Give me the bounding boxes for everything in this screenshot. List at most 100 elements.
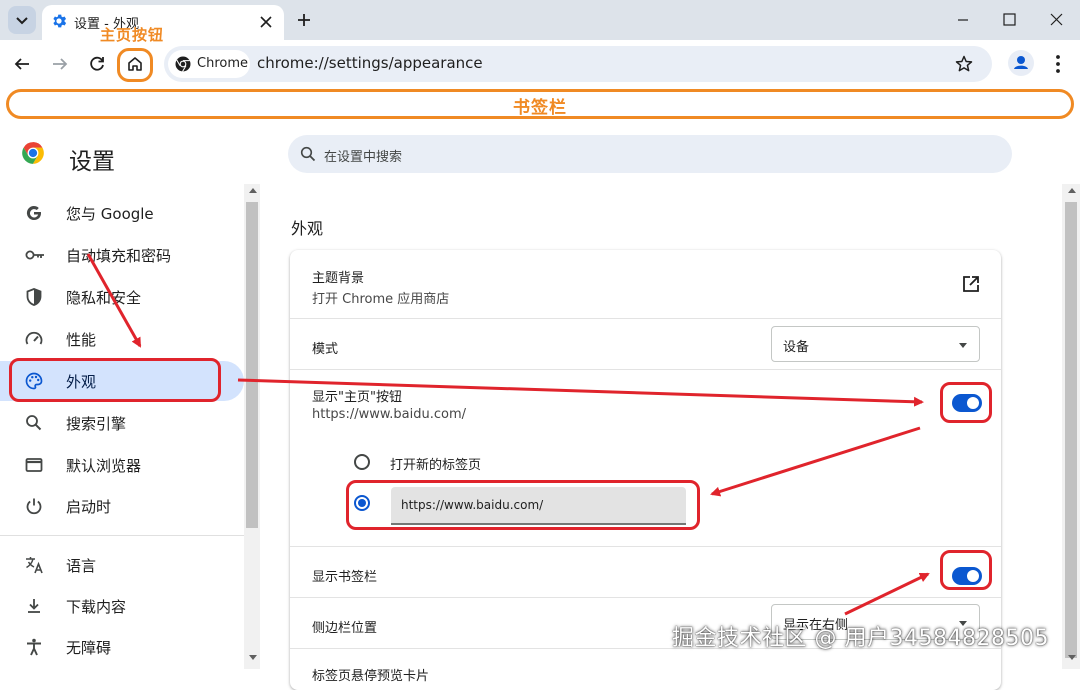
site-chip-label: Chrome — [197, 56, 248, 71]
search-placeholder: 在设置中搜索 — [324, 150, 403, 165]
arrow-right-icon — [53, 58, 68, 70]
maximize-icon — [1003, 13, 1016, 26]
address-bar[interactable]: Chrome chrome://settings/appearance — [164, 46, 992, 82]
reload-button[interactable] — [83, 50, 111, 78]
sidebar-scrollbar-thumb[interactable] — [246, 202, 258, 528]
new-tab-button[interactable] — [290, 6, 318, 34]
tab-search-button[interactable] — [8, 6, 36, 34]
download-icon — [28, 599, 40, 613]
sidebar-item-downloads[interactable]: 下载内容 — [0, 586, 244, 626]
minimize-icon — [958, 19, 968, 21]
appearance-annotation-box — [9, 358, 221, 402]
maximize-button[interactable] — [986, 4, 1032, 36]
section-title: 外观 — [291, 219, 324, 238]
sidebar-item-languages[interactable]: 语言 — [0, 545, 244, 585]
close-icon — [1050, 13, 1063, 26]
bookmarks-bar: 书签栏 — [0, 88, 1080, 122]
bookmarks-toggle-annotation-box — [940, 550, 992, 590]
close-tab-icon[interactable] — [258, 14, 274, 30]
translate-icon — [26, 557, 43, 574]
speedometer-icon — [25, 331, 43, 345]
plus-icon — [298, 14, 310, 26]
mode-select-value: 设备 — [783, 340, 810, 355]
home-button-annotation-label: 主页按钮 — [100, 26, 165, 44]
theme-row[interactable]: 主题背景 打开 Chrome 应用商店 — [290, 250, 1001, 318]
hover-card-title: 标签页悬停预览卡片 — [312, 669, 430, 684]
radio-new-tab-label: 打开新的标签页 — [390, 458, 482, 473]
power-icon — [26, 498, 42, 515]
settings-title: 设置 — [69, 149, 115, 175]
scroll-down-arrow-icon[interactable] — [1067, 654, 1077, 662]
home-button-row: 显示"主页"按钮 https://www.baidu.com/ — [290, 370, 1001, 430]
minimize-button[interactable] — [940, 4, 986, 36]
sidebar-item-label: 性能 — [66, 331, 97, 349]
open-external-icon[interactable] — [961, 274, 981, 294]
accessibility-icon — [27, 638, 41, 656]
sidebar-item-default-browser[interactable]: 默认浏览器 — [0, 445, 244, 485]
home-toggle-annotation-box — [940, 382, 992, 423]
chrome-logo-icon — [22, 142, 44, 164]
scroll-up-arrow-icon[interactable] — [1067, 186, 1077, 194]
home-url-annotation-box — [346, 480, 700, 530]
chevron-down-icon — [16, 17, 28, 25]
sidebar-divider — [0, 535, 244, 536]
sidebar-item-label: 启动时 — [66, 498, 112, 516]
toolbar: Chrome chrome://settings/appearance — [0, 40, 1080, 88]
bookmarks-bar-title: 显示书签栏 — [312, 570, 378, 585]
search-icon — [300, 146, 316, 162]
home-button-subtitle: https://www.baidu.com/ — [312, 407, 467, 422]
sidebar-item-privacy[interactable]: 隐私和安全 — [0, 277, 244, 317]
settings-search-input[interactable]: 在设置中搜索 — [288, 135, 1012, 173]
theme-title: 主题背景 — [312, 271, 365, 286]
sidebar-item-label: 自动填充和密码 — [66, 247, 172, 265]
side-panel-title: 侧边栏位置 — [312, 621, 378, 636]
gear-icon — [53, 14, 67, 28]
scroll-up-arrow-icon[interactable] — [248, 186, 258, 194]
watermark: 掘金技术社区 @ 用户34584828505 — [672, 626, 1049, 651]
hover-card-row: 标签页悬停预览卡片 — [290, 649, 1001, 689]
sidebar-item-autofill[interactable]: 自动填充和密码 — [0, 235, 244, 275]
sidebar-item-label: 您与 Google — [66, 205, 154, 223]
radio-new-tab[interactable] — [354, 454, 370, 470]
chrome-menu-button[interactable] — [1046, 50, 1070, 78]
reload-icon — [90, 56, 104, 71]
more-vertical-icon — [1056, 55, 1060, 73]
search-icon — [26, 415, 42, 431]
forward-button[interactable] — [46, 50, 74, 78]
site-info-chip[interactable]: Chrome — [168, 50, 250, 78]
shield-icon — [26, 288, 42, 306]
sidebar-item-label: 语言 — [66, 557, 97, 575]
mode-select[interactable]: 设备 — [771, 326, 980, 362]
bookmarks-bar-row: 显示书签栏 — [290, 547, 1001, 597]
scroll-down-arrow-icon[interactable] — [248, 654, 258, 662]
home-button-title: 显示"主页"按钮 — [312, 390, 402, 405]
home-button-annotation-outline — [117, 48, 153, 82]
sidebar-item-search-engine[interactable]: 搜索引擎 — [0, 403, 244, 443]
sidebar-item-performance[interactable]: 性能 — [0, 319, 244, 359]
bookmarks-bar-annotation-label: 书签栏 — [513, 98, 567, 118]
back-button[interactable] — [8, 50, 36, 78]
sidebar-item-label: 下载内容 — [66, 598, 127, 616]
sidebar-item-you-and-google[interactable]: 您与 Google — [0, 193, 244, 233]
close-window-button[interactable] — [1034, 4, 1080, 36]
url-text[interactable]: chrome://settings/appearance — [257, 54, 483, 72]
main-scrollbar-thumb[interactable] — [1065, 202, 1077, 658]
browser-window-icon — [25, 458, 43, 472]
sidebar-item-label: 搜索引擎 — [66, 415, 127, 433]
profile-button[interactable] — [1008, 50, 1034, 76]
bookmark-star-icon[interactable] — [954, 54, 974, 74]
sidebar-item-on-startup[interactable]: 启动时 — [0, 486, 244, 526]
person-icon — [1014, 56, 1028, 69]
chevron-down-icon — [959, 343, 967, 348]
theme-subtitle: 打开 Chrome 应用商店 — [312, 292, 450, 307]
mode-title: 模式 — [312, 342, 339, 357]
chrome-logo-icon — [175, 56, 191, 72]
google-icon — [26, 206, 41, 221]
sidebar-item-label: 隐私和安全 — [66, 289, 142, 307]
sidebar-item-accessibility[interactable]: 无障碍 — [0, 627, 244, 667]
mode-row: 模式 设备 — [290, 319, 1001, 369]
sidebar-item-label: 默认浏览器 — [66, 457, 142, 475]
sidebar-item-label: 无障碍 — [66, 639, 112, 657]
arrow-left-icon — [14, 58, 29, 70]
key-icon — [25, 250, 44, 260]
